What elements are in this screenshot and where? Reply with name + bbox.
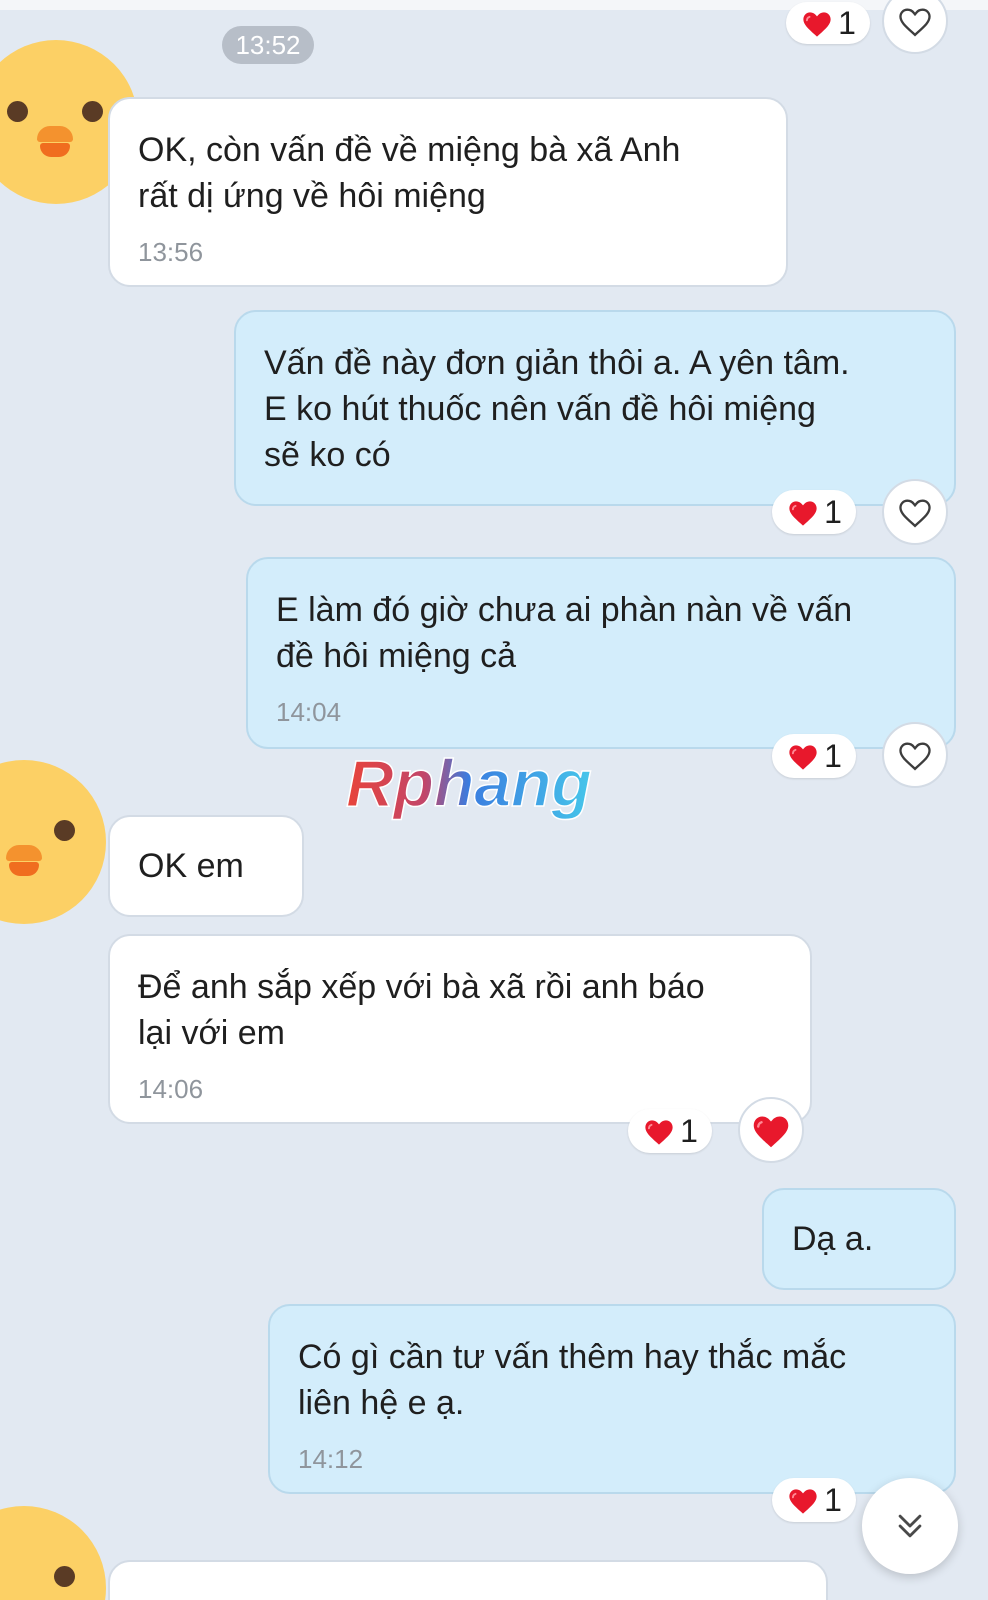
- reaction-pill[interactable]: 1: [628, 1109, 712, 1153]
- message-text: OK, còn vấn đề về miệng bà xã Anh rất dị…: [138, 131, 681, 215]
- heart-icon: [753, 1116, 789, 1148]
- scroll-to-bottom-button[interactable]: [862, 1478, 958, 1574]
- watermark-logo: Rphang: [345, 748, 592, 821]
- react-button[interactable]: [738, 1097, 804, 1163]
- reaction-pill[interactable]: 1: [772, 1478, 856, 1522]
- watermark-text: Rphang: [346, 748, 592, 820]
- message-bubble-incoming[interactable]: OK em: [108, 815, 304, 917]
- heart-outline-icon: [899, 499, 931, 528]
- heart-outline-icon: [899, 8, 931, 37]
- message-bubble-outgoing[interactable]: Dạ a.: [762, 1188, 956, 1290]
- message-text: Dạ a.: [792, 1220, 874, 1258]
- message-text: Để anh sắp xếp với bà xã rồi anh báo lại…: [138, 968, 705, 1052]
- heart-outline-icon: [899, 742, 931, 771]
- message-bubble-incoming[interactable]: Để anh sắp xếp với bà xã rồi anh báo lại…: [108, 934, 812, 1124]
- message-text: OK em: [138, 847, 244, 885]
- message-time: 14:06: [138, 1074, 204, 1104]
- heart-icon: [789, 501, 817, 526]
- heart-icon: [789, 745, 817, 770]
- reaction-count: 1: [824, 494, 842, 530]
- heart-icon: [789, 1489, 817, 1514]
- message-time: 14:12: [298, 1444, 364, 1474]
- reaction-count: 1: [824, 1482, 842, 1518]
- chat-screen: 1 13:52 OK, còn vấn đề về miệng bà xã An…: [0, 0, 988, 1600]
- message-time: 14:04: [276, 697, 342, 727]
- reaction-pill[interactable]: 1: [772, 490, 856, 534]
- heart-icon: [645, 1120, 673, 1145]
- duck-avatar[interactable]: [0, 760, 106, 924]
- message-text: Có gì cần tư vấn thêm hay thắc mắc liên …: [298, 1338, 847, 1422]
- reaction-pill[interactable]: 1: [772, 734, 856, 778]
- heart-icon: [803, 12, 831, 37]
- message-bubble-incoming[interactable]: OK, còn vấn đề về miệng bà xã Anh rất dị…: [108, 97, 788, 287]
- message-text: E làm đó giờ chưa ai phàn nàn về vấn đề …: [276, 591, 853, 675]
- react-button[interactable]: [882, 0, 948, 54]
- reaction-count: 1: [838, 5, 856, 41]
- message-bubble-outgoing[interactable]: E làm đó giờ chưa ai phàn nàn về vấn đề …: [246, 557, 956, 749]
- double-chevron-down-icon: [898, 1514, 922, 1538]
- message-time: 13:56: [138, 237, 204, 267]
- reaction-pill[interactable]: 1: [786, 2, 870, 44]
- react-button[interactable]: [882, 479, 948, 545]
- reaction-count: 1: [824, 738, 842, 774]
- message-text: Vấn đề này đơn giản thôi a. A yên tâm. E…: [264, 344, 850, 474]
- reaction-count: 1: [680, 1113, 698, 1149]
- duck-avatar[interactable]: [0, 1506, 106, 1600]
- date-separator: 13:52: [222, 26, 314, 64]
- react-button[interactable]: [882, 722, 948, 788]
- message-bubble-outgoing[interactable]: Vấn đề này đơn giản thôi a. A yên tâm. E…: [234, 310, 956, 506]
- message-bubble-incoming[interactable]: [108, 1560, 828, 1600]
- message-bubble-outgoing[interactable]: Có gì cần tư vấn thêm hay thắc mắc liên …: [268, 1304, 956, 1494]
